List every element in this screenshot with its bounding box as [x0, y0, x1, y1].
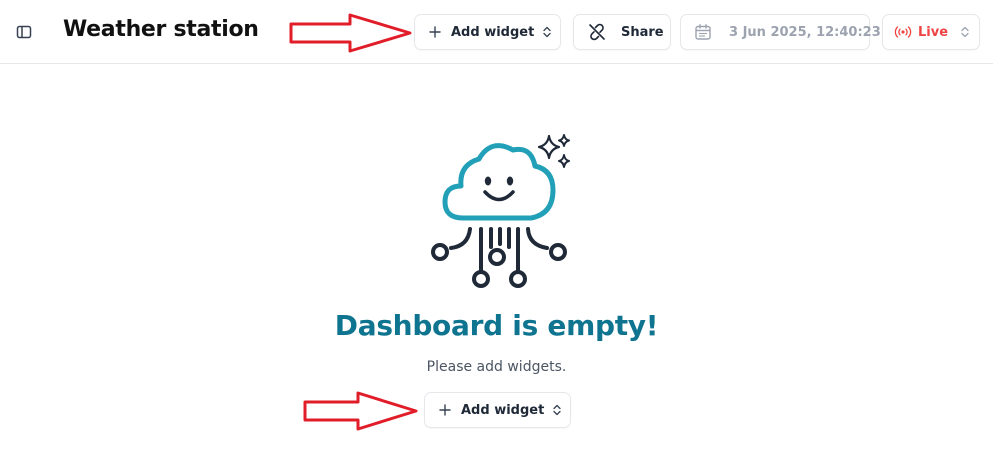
unlink-icon [587, 22, 607, 42]
chevron-up-down-icon [542, 26, 552, 38]
live-toggle-button[interactable]: Live [882, 14, 980, 50]
broadcast-icon [894, 25, 912, 39]
annotation-arrow-icon [289, 13, 412, 53]
datetime-value: 3 Jun 2025, 12:40:23 [729, 24, 881, 40]
datetime-picker-button[interactable]: 3 Jun 2025, 12:40:23 [680, 14, 881, 50]
live-label: Live [918, 24, 949, 40]
annotation-arrow-icon [303, 391, 418, 431]
cloud-robot-illustration [431, 134, 570, 288]
page-title: Weather station [63, 17, 259, 42]
empty-state-subtitle: Please add widgets. [426, 359, 567, 375]
chevron-up-down-icon [552, 404, 562, 416]
add-widget-label: Add widget [451, 24, 535, 40]
share-label: Share [621, 24, 664, 40]
empty-state-add-widget-button[interactable]: Add widget [424, 392, 571, 428]
sidebar-toggle-button[interactable] [10, 18, 38, 46]
share-button[interactable]: Share [573, 14, 671, 50]
empty-state-title: Dashboard is empty! [334, 309, 659, 342]
add-widget-button[interactable]: Add widget [414, 14, 561, 50]
top-bar: Weather station Add widget Share 3 Jun 2… [0, 0, 993, 64]
dashboard-page: Weather station Add widget Share 3 Jun 2… [0, 0, 993, 472]
sparkles-icon [537, 134, 570, 168]
sidebar-toggle-icon [16, 25, 32, 39]
plus-icon [439, 404, 451, 416]
calendar-icon [694, 23, 712, 41]
add-widget-label: Add widget [461, 402, 545, 418]
plus-icon [429, 26, 441, 38]
chevron-up-down-icon [960, 26, 970, 38]
